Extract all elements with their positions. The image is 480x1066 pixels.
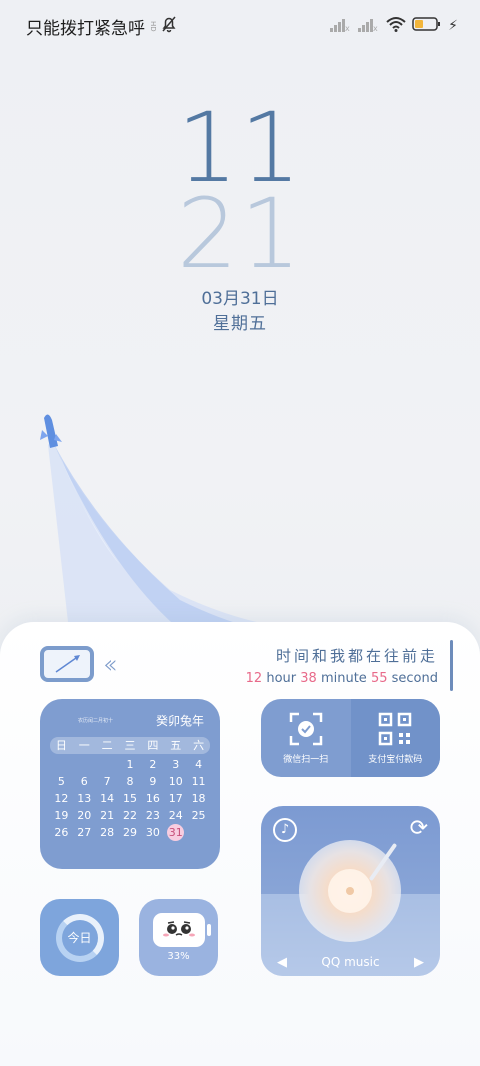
- qr-code-icon: [379, 712, 412, 745]
- calendar-day[interactable]: 29: [119, 824, 142, 841]
- music-note-icon[interactable]: ♪: [273, 818, 297, 842]
- svg-text:x: x: [345, 24, 350, 32]
- calendar-day[interactable]: 11: [187, 773, 210, 790]
- pay-widget: 微信扫一扫 支付宝付款码: [261, 699, 440, 777]
- weekday-header: 日 一 二 三 四 五 六: [50, 737, 210, 754]
- photo-frame-icon[interactable]: [40, 646, 94, 682]
- seconds-label: second: [391, 671, 438, 686]
- calendar-days: 1 2 3 4 5 6 7 8 9 10 11 12 13 14 15 16 17 18 19 20 21 22 23 24 2…: [50, 756, 210, 841]
- calendar-day[interactable]: 31: [164, 824, 187, 841]
- lunar-year: 癸卯兔年: [155, 713, 204, 728]
- calendar-day[interactable]: 24: [164, 807, 187, 824]
- today-progress-ring: 今日: [55, 913, 104, 962]
- hours-label: hour: [266, 671, 297, 686]
- calendar-day[interactable]: 2: [141, 756, 164, 773]
- battery-face-icon: [152, 913, 211, 947]
- calendar-day[interactable]: 9: [141, 773, 164, 790]
- battery-percent: 33%: [167, 951, 190, 962]
- svg-text:x: x: [373, 24, 378, 32]
- calendar-day[interactable]: 17: [164, 790, 187, 807]
- calendar-day[interactable]: 21: [96, 807, 119, 824]
- repeat-icon[interactable]: ⟳: [410, 816, 428, 841]
- seconds-value: 55: [370, 671, 388, 686]
- calendar-empty-cell: [73, 756, 96, 773]
- calendar-day[interactable]: 7: [96, 773, 119, 790]
- minutes-value: 38: [300, 671, 317, 686]
- calendar-day[interactable]: 23: [141, 807, 164, 824]
- calendar-day[interactable]: 4: [187, 756, 210, 773]
- date-label: 03月31日: [201, 289, 279, 309]
- wechat-scan-label: 微信扫一扫: [283, 754, 329, 765]
- chevron-left-double-icon[interactable]: ‹‹: [103, 650, 118, 680]
- today-label: 今日: [67, 931, 92, 945]
- music-widget[interactable]: ♪ ⟳ ◀ QQ music ▶: [261, 806, 440, 976]
- calendar-empty-cell: [96, 756, 119, 773]
- carrier-text: 只能拨打紧急呼 HD: [26, 14, 178, 39]
- calendar-day[interactable]: 12: [50, 790, 73, 807]
- calendar-day[interactable]: 16: [141, 790, 164, 807]
- calendar-day[interactable]: 20: [73, 807, 96, 824]
- battery-widget[interactable]: 33%: [139, 899, 218, 976]
- calendar-widget[interactable]: 农历闰二月初十 癸卯兔年 日 一 二 三 四 五 六 1 2 3 4 5 6 7 8 9 10 11…: [40, 699, 220, 869]
- weekday-sun: 日: [55, 739, 67, 752]
- battery-icon: [412, 16, 442, 36]
- weekday-fri: 五: [170, 739, 182, 752]
- signal-icon-1: x: [330, 17, 352, 36]
- weekday-wed: 三: [124, 739, 136, 752]
- calendar-day[interactable]: 26: [50, 824, 73, 841]
- calendar-empty-cell: [50, 756, 73, 773]
- scan-icon: [289, 712, 322, 745]
- weekday-tue: 二: [101, 739, 113, 752]
- charging-icon: ⚡: [448, 18, 458, 34]
- wifi-icon: [386, 16, 406, 36]
- calendar-day[interactable]: 8: [119, 773, 142, 790]
- calendar-day[interactable]: 18: [187, 790, 210, 807]
- wallpaper-illustration: [30, 400, 290, 640]
- calendar-day[interactable]: 1: [119, 756, 142, 773]
- calendar-header: 农历闰二月初十 癸卯兔年: [50, 711, 210, 729]
- calendar-day[interactable]: 10: [164, 773, 187, 790]
- motto-text: 时间和我都在往前走: [275, 647, 438, 665]
- status-icons: x x ⚡: [330, 16, 458, 36]
- hours-value: 12: [245, 671, 263, 686]
- minutes-label: minute: [320, 671, 367, 686]
- calendar-day[interactable]: 22: [119, 807, 142, 824]
- bell-muted-icon: [160, 15, 178, 38]
- calendar-day[interactable]: 5: [50, 773, 73, 790]
- calendar-day[interactable]: 6: [73, 773, 96, 790]
- carrier-label: 只能拨打紧急呼: [26, 18, 145, 39]
- calendar-day[interactable]: 25: [187, 807, 210, 824]
- divider-bar: [450, 640, 453, 691]
- wechat-scan-button[interactable]: 微信扫一扫: [261, 699, 351, 777]
- calendar-day[interactable]: 15: [119, 790, 142, 807]
- time-remaining: 12 hour 38 minute 55 second: [246, 671, 438, 686]
- signal-icon-2: x: [358, 17, 380, 36]
- calendar-day[interactable]: 19: [50, 807, 73, 824]
- weekday-label: 星期五: [213, 314, 267, 334]
- alipay-code-button[interactable]: 支付宝付款码: [350, 699, 440, 777]
- calendar-day[interactable]: 3: [164, 756, 187, 773]
- status-bar: 只能拨打紧急呼 HD x x ⚡: [0, 0, 480, 52]
- weekday-sat: 六: [193, 739, 205, 752]
- lunar-date: 农历闰二月初十: [78, 717, 114, 724]
- calendar-day[interactable]: 27: [73, 824, 96, 841]
- alipay-code-label: 支付宝付款码: [368, 754, 423, 765]
- next-track-button[interactable]: ▶: [414, 955, 424, 970]
- hd-badge: HD: [149, 20, 157, 32]
- weekday-mon: 一: [78, 739, 90, 752]
- calendar-day[interactable]: 28: [96, 824, 119, 841]
- weekday-thu: 四: [147, 739, 159, 752]
- clock-minute: 21: [176, 178, 304, 290]
- calendar-day[interactable]: 14: [96, 790, 119, 807]
- calendar-day[interactable]: 13: [73, 790, 96, 807]
- today-widget[interactable]: 今日: [40, 899, 119, 976]
- calendar-day[interactable]: 30: [141, 824, 164, 841]
